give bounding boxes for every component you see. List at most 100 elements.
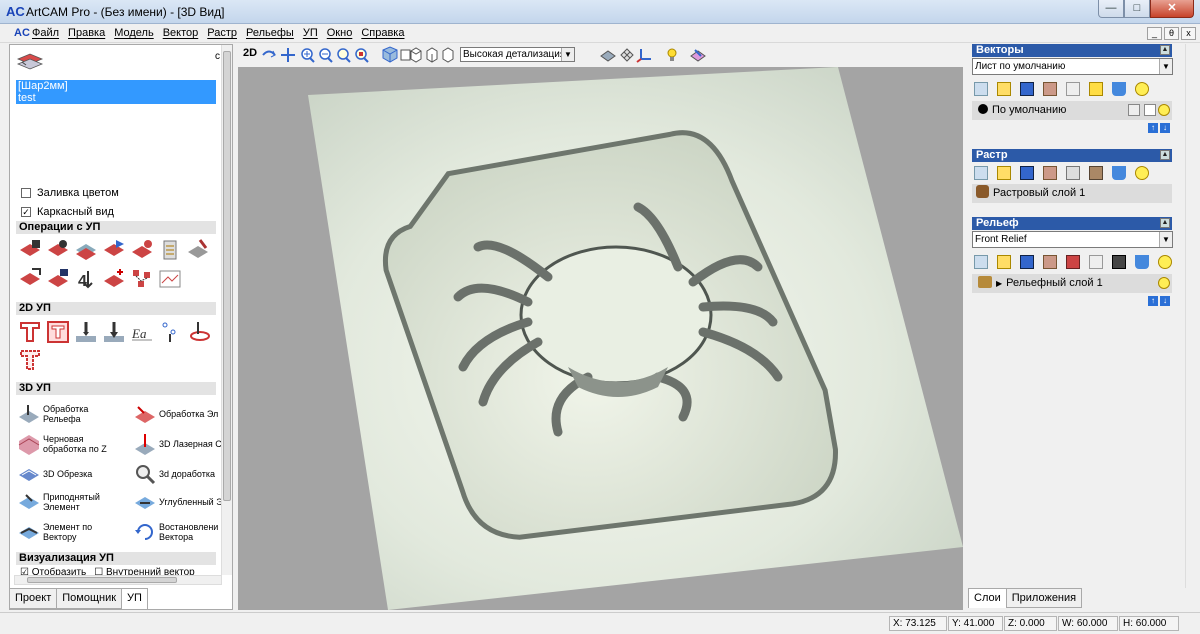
move-up-icon[interactable]: ↑ <box>1148 123 1158 133</box>
left-panel-vertical-scrollbar[interactable] <box>221 45 232 575</box>
tool-z-roughing[interactable]: Черновая обработка по Z <box>18 433 126 455</box>
save-icon[interactable] <box>1020 82 1034 96</box>
visibility-bulb-icon[interactable] <box>1158 104 1170 116</box>
undo-view-icon[interactable] <box>262 50 276 58</box>
mdi-restore-button[interactable]: θ <box>1164 27 1179 40</box>
top-view-icon[interactable] <box>442 47 454 63</box>
toolpath-item-test[interactable]: test <box>18 92 216 104</box>
relief-snapshot-icon[interactable] <box>1112 255 1126 269</box>
tab-layers[interactable]: Слои <box>968 588 1007 608</box>
lock-icon[interactable] <box>1128 104 1140 116</box>
mdi-document-icon[interactable]: AC <box>14 27 30 40</box>
section-toolpath-ops[interactable]: Операции с УП <box>16 221 216 234</box>
vector-layer-default[interactable]: По умолчанию <box>972 101 1172 120</box>
toolpath-merge-icon[interactable] <box>102 238 126 262</box>
relief-select[interactable]: Front Relief ▼ <box>972 231 1173 248</box>
toolpath-tools-icon[interactable] <box>186 238 210 262</box>
menu-bitmap[interactable]: Растр <box>207 27 237 39</box>
tool-feature-by-vector[interactable]: Элемент по Вектору <box>18 521 126 543</box>
iso-view-icon[interactable] <box>382 46 398 63</box>
menu-edit[interactable]: Правка <box>68 27 105 39</box>
raster-layer-1[interactable]: Растровый слой 1 <box>972 184 1172 203</box>
profile-machining-icon[interactable] <box>18 320 42 344</box>
material-icon[interactable] <box>690 49 706 62</box>
maximize-button[interactable]: □ <box>1124 0 1150 18</box>
checkbox-box-checked[interactable]: ✓ <box>21 207 31 217</box>
tool-machine-relief[interactable]: Обработка Рельефа <box>18 403 126 425</box>
menu-window[interactable]: Окно <box>327 27 353 39</box>
section-2d-toolpaths[interactable]: 2D УП <box>16 302 216 315</box>
delete-layer-icon[interactable] <box>1135 255 1149 269</box>
chevron-down-icon[interactable]: ▼ <box>1159 59 1172 74</box>
relief-model-render[interactable] <box>238 67 963 610</box>
tab-applications[interactable]: Приложения <box>1005 588 1083 608</box>
toolpath-nest-icon[interactable] <box>130 267 154 291</box>
engraving-icon[interactable]: Ea <box>130 320 154 344</box>
delete-layer-icon[interactable] <box>1112 166 1126 180</box>
delete-layer-icon[interactable] <box>1112 82 1126 96</box>
collapse-icon[interactable]: ▲ <box>1160 150 1170 160</box>
vector-sheet-select[interactable]: Лист по умолчанию ▼ <box>972 58 1173 75</box>
chevron-down-icon[interactable]: ▼ <box>561 48 574 61</box>
collapse-icon[interactable]: ▲ <box>1160 45 1170 55</box>
toolpath-export-icon[interactable] <box>18 267 42 291</box>
toolpath-link-icon[interactable] <box>130 238 154 262</box>
move-down-icon[interactable]: ↓ <box>1160 123 1170 133</box>
move-up-icon[interactable]: ↑ <box>1148 296 1158 306</box>
zoom-out-icon[interactable] <box>319 48 333 63</box>
menu-reliefs[interactable]: Рельефы <box>246 27 294 39</box>
new-layer-icon[interactable] <box>974 82 988 96</box>
scroll-thumb[interactable] <box>223 51 231 501</box>
layer-color-icon[interactable] <box>978 104 988 114</box>
move-down-icon[interactable]: ↓ <box>1160 296 1170 306</box>
merge-layer-icon[interactable] <box>1089 82 1103 96</box>
mdi-minimize-button[interactable]: _ <box>1147 27 1162 40</box>
raster-image-icon[interactable] <box>1089 166 1103 180</box>
new-layer-icon[interactable] <box>974 255 988 269</box>
menu-file[interactable]: Файл <box>32 27 59 39</box>
toolpath-info-icon[interactable] <box>46 238 70 262</box>
expand-arrow-icon[interactable]: ▶ <box>996 279 1002 288</box>
inner-vector-checkbox[interactable]: ☐ Внутренний вектор <box>94 567 194 575</box>
scroll-thumb[interactable] <box>27 577 177 583</box>
toolpath-item-ball[interactable]: [Шар2мм] <box>18 80 216 92</box>
panel-close-icon[interactable]: c <box>215 51 220 62</box>
toolpath-blue-icon[interactable] <box>74 238 98 262</box>
area-clearance-icon[interactable] <box>46 320 70 344</box>
toolpaths-stack-icon[interactable] <box>16 51 46 73</box>
drilling-icon[interactable] <box>74 320 98 344</box>
zoom-in-icon[interactable] <box>301 48 315 63</box>
lightbulb-icon[interactable] <box>1158 255 1172 269</box>
toolpath-transform-icon[interactable] <box>102 267 126 291</box>
menu-model[interactable]: Модель <box>114 27 153 39</box>
pan-icon[interactable] <box>281 48 295 62</box>
zoom-fit-icon[interactable] <box>355 48 369 63</box>
menu-vector[interactable]: Вектор <box>163 27 199 39</box>
menu-help[interactable]: Справка <box>361 27 404 39</box>
open-folder-icon[interactable] <box>997 255 1011 269</box>
menu-toolpaths[interactable]: УП <box>303 27 318 39</box>
axis-icon[interactable] <box>636 49 651 63</box>
wireframe-checkbox[interactable]: ✓ Каркасный вид <box>21 206 114 218</box>
collapse-icon[interactable]: ▲ <box>1160 218 1170 228</box>
toolpath-sheet-icon[interactable] <box>158 267 182 291</box>
left-panel-horizontal-scrollbar[interactable] <box>14 575 222 585</box>
tab-toolpaths[interactable]: УП <box>121 588 148 609</box>
section-toolpath-visualization[interactable]: Визуализация УП <box>16 552 216 565</box>
right-view-icon[interactable] <box>426 47 438 63</box>
relief-grid-icon[interactable] <box>620 48 634 62</box>
zoom-window-icon[interactable] <box>337 48 351 63</box>
toolpath-doc-icon[interactable] <box>158 238 182 262</box>
shaded-relief-icon[interactable] <box>600 50 616 62</box>
tab-project[interactable]: Проект <box>9 588 58 609</box>
copy-layer-icon[interactable] <box>1043 82 1057 96</box>
open-folder-icon[interactable] <box>997 166 1011 180</box>
3d-viewport[interactable] <box>238 67 963 610</box>
right-panel-scrollbar[interactable] <box>1185 44 1198 588</box>
lightbulb-icon[interactable] <box>1135 166 1149 180</box>
copy-layer-icon[interactable] <box>1043 166 1057 180</box>
copy-layer-icon[interactable] <box>1043 255 1057 269</box>
save-icon[interactable] <box>1020 255 1034 269</box>
toolpath-list[interactable]: [Шар2мм] test <box>16 80 216 104</box>
toolpath-order-icon[interactable]: 4 <box>74 267 98 291</box>
